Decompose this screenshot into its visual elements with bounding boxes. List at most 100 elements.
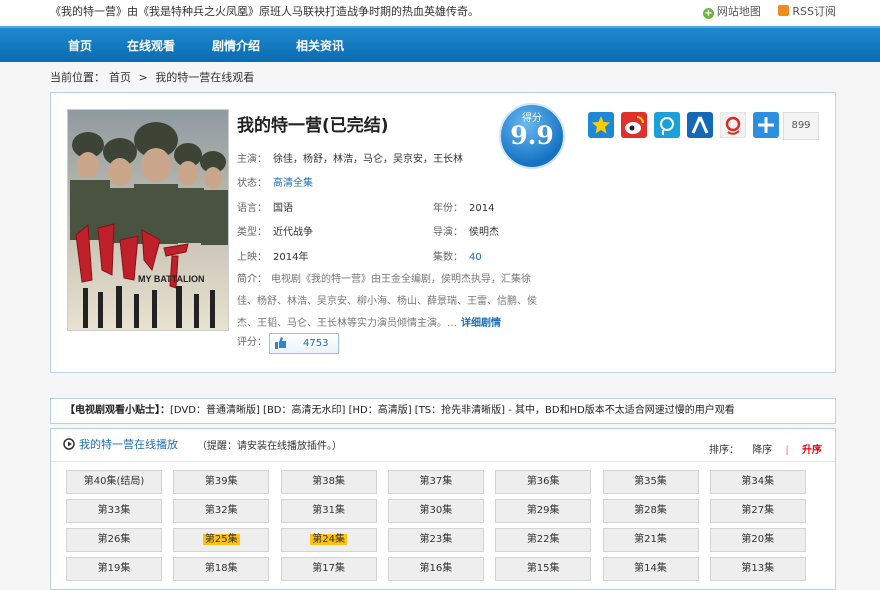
nav-watch-online[interactable]: 在线观看 xyxy=(127,37,175,54)
episode-button[interactable]: 第15集 xyxy=(495,557,592,581)
episode-button[interactable]: 第29集 xyxy=(495,499,592,523)
episode-button[interactable]: 第35集 xyxy=(602,470,699,494)
show-info-panel: MY BATTALION 我的特一营(已完结) 主演： 徐佳，杨舒，林浩，马仑，吴… xyxy=(50,92,836,373)
rating-label: 评分： xyxy=(237,337,267,348)
weibo-share-icon[interactable] xyxy=(621,112,647,138)
episode-button[interactable]: 第36集 xyxy=(495,470,592,494)
episode-label: 第26集 xyxy=(97,534,131,545)
episode-button[interactable]: 第31集 xyxy=(280,499,377,523)
play-title-label: 我的特一营在线播放 xyxy=(79,438,178,451)
episode-label: 第17集 xyxy=(312,563,345,574)
episode-label: 第25集 xyxy=(202,534,240,545)
episode-label: 第13集 xyxy=(741,563,775,574)
episode-label: 第35集 xyxy=(634,476,667,487)
poster-image[interactable]: MY BATTALION xyxy=(67,109,229,331)
viewing-tips: 【电视剧观看小贴士】：[DVD：普通清晰版] [BD：高清无水印] [HD：高清… xyxy=(50,398,836,424)
score-badge: 得分 9.9 xyxy=(499,103,565,169)
episode-button[interactable]: 第34集 xyxy=(709,470,806,494)
tips-text: [DVD：普通清晰版] [BD：高清无水印] [HD：高清版] [TS：抢先非清… xyxy=(170,405,735,416)
rss-icon xyxy=(778,5,790,16)
sort-separator: | xyxy=(785,445,789,456)
episode-button[interactable]: 第13集 xyxy=(709,557,806,581)
episode-label: 第18集 xyxy=(204,563,238,574)
breadcrumb-home[interactable]: 首页 xyxy=(109,71,131,84)
episode-button[interactable]: 第33集 xyxy=(66,499,162,523)
episode-button[interactable]: 第38集 xyxy=(280,470,377,494)
episode-label: 第21集 xyxy=(634,534,667,545)
star-share-icon[interactable] xyxy=(588,112,614,138)
episode-button[interactable]: 第19集 xyxy=(66,557,162,581)
rss-link[interactable]: RSS订阅 xyxy=(778,5,836,18)
episode-button[interactable]: 第16集 xyxy=(387,557,484,581)
sitemap-link[interactable]: + 网站地图 xyxy=(702,5,761,19)
tencent-weibo-share-icon[interactable] xyxy=(654,112,680,138)
nav-home[interactable]: 首页 xyxy=(68,37,92,54)
episode-label: 第14集 xyxy=(634,563,667,574)
year-label: 年份： xyxy=(433,203,463,214)
episode-label: 第33集 xyxy=(97,505,131,516)
breadcrumb-current[interactable]: 我的特一营在线观看 xyxy=(155,71,254,84)
episode-label: 第27集 xyxy=(741,505,775,516)
episode-label: 第16集 xyxy=(419,563,453,574)
episode-button[interactable]: 第17集 xyxy=(280,557,377,581)
play-panel: 我的特一营在线播放 （提醒：请安装在线播放插件。） 排序： 降序 | 升序 第4… xyxy=(50,428,836,590)
episode-label: 第31集 xyxy=(312,505,345,516)
sort-asc-button[interactable]: 升序 xyxy=(802,445,822,456)
episodes-row: 集数： 40 xyxy=(433,248,482,263)
play-title[interactable]: 我的特一营在线播放 xyxy=(63,436,178,452)
episode-button[interactable]: 第40集(结局) xyxy=(66,470,162,494)
year-value: 2014 xyxy=(469,203,495,214)
episode-label: 第22集 xyxy=(526,534,560,545)
nav-news[interactable]: 相关资讯 xyxy=(296,37,344,54)
status-row: 状态： 高清全集 xyxy=(237,174,313,189)
episode-label: 第28集 xyxy=(634,505,667,516)
status-value[interactable]: 高清全集 xyxy=(273,178,313,189)
sort-label: 排序： xyxy=(709,445,739,456)
year-row: 年份： 2014 xyxy=(433,199,494,214)
more-plot-link[interactable]: 详细剧情 xyxy=(461,318,501,329)
episode-button[interactable]: 第26集 xyxy=(66,528,162,552)
top-bar: 《我的特一营》由《我是特种兵之火凤凰》原班人马联袂打造战争时期的热血英雄传奇。 … xyxy=(0,0,880,26)
episode-button[interactable]: 第27集 xyxy=(709,499,806,523)
episode-button[interactable]: 第28集 xyxy=(602,499,699,523)
tips-heading: 【电视剧观看小贴士】： xyxy=(65,405,170,416)
rating-count: 4753 xyxy=(303,338,329,349)
sohu-share-icon[interactable] xyxy=(720,112,746,138)
episode-button[interactable]: 第39集 xyxy=(173,470,270,494)
score-value: 9.9 xyxy=(510,121,554,150)
play-header: 我的特一营在线播放 （提醒：请安装在线播放插件。） 排序： 降序 | 升序 xyxy=(51,429,835,462)
episode-button[interactable]: 第37集 xyxy=(387,470,484,494)
like-button[interactable]: 4753 xyxy=(269,333,339,354)
episode-label: 第29集 xyxy=(526,505,560,516)
episode-button[interactable]: 第14集 xyxy=(602,557,699,581)
episode-button[interactable]: 第20集 xyxy=(709,528,806,552)
status-label: 状态： xyxy=(237,178,267,189)
main-nav: 首页 在线观看 剧情介绍 相关资讯 xyxy=(0,26,880,62)
poster-subtitle: MY BATTALION xyxy=(138,274,205,284)
more-share-icon[interactable] xyxy=(753,112,779,138)
sort-desc-button[interactable]: 降序 xyxy=(752,445,772,456)
nav-plot[interactable]: 剧情介绍 xyxy=(212,37,260,54)
show-title: 我的特一营(已完结) xyxy=(237,116,389,136)
episode-label: 第23集 xyxy=(419,534,453,545)
episode-button[interactable]: 第22集 xyxy=(495,528,592,552)
episode-label: 第24集 xyxy=(310,534,347,545)
episode-button[interactable]: 第30集 xyxy=(387,499,484,523)
episode-button[interactable]: 第25集 xyxy=(173,528,270,552)
episode-label: 第30集 xyxy=(419,505,453,516)
top-links: + 网站地图 RSS订阅 xyxy=(689,3,836,19)
episode-button[interactable]: 第18集 xyxy=(173,557,270,581)
episode-label: 第40集(结局) xyxy=(83,476,145,487)
play-source-icon xyxy=(63,438,75,450)
breadcrumb-prefix: 当前位置： xyxy=(50,71,105,84)
episode-button[interactable]: 第21集 xyxy=(602,528,699,552)
episode-button[interactable]: 第32集 xyxy=(173,499,270,523)
renren-share-icon[interactable] xyxy=(687,112,713,138)
episode-label: 第32集 xyxy=(204,505,238,516)
cast-label: 主演： xyxy=(237,154,267,165)
sort-controls: 排序： 降序 | 升序 xyxy=(709,441,832,456)
director-row: 导演： 侯明杰 xyxy=(433,223,499,238)
episode-button[interactable]: 第23集 xyxy=(387,528,484,552)
plus-icon: + xyxy=(702,8,714,19)
episode-button[interactable]: 第24集 xyxy=(280,528,377,552)
